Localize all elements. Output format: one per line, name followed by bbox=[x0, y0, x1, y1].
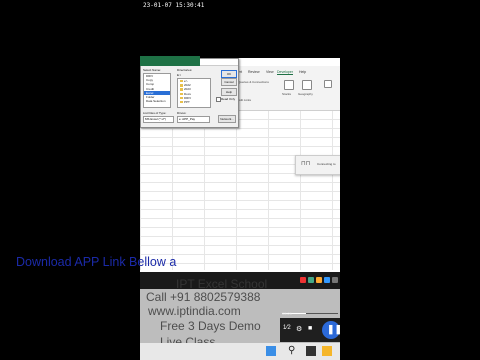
call-number: Call +91 8802579388 bbox=[146, 290, 261, 304]
ok-button[interactable]: OK bbox=[221, 70, 237, 78]
drive-select[interactable]: e: APP_Pay bbox=[177, 116, 210, 123]
battery-icon: ⊓⊓ bbox=[301, 161, 311, 167]
settings-icon[interactable]: ⚙ bbox=[296, 325, 302, 333]
play-pause-button[interactable]: ❚❚ bbox=[322, 321, 343, 339]
folder-icon bbox=[180, 92, 183, 96]
network-button[interactable]: Network... bbox=[218, 115, 236, 123]
school-name: IPT Excel School bbox=[176, 277, 268, 291]
excel-ribbon: ert Review View Developer Help Queries &… bbox=[236, 66, 340, 111]
list-files-type-label: List Files of Type: bbox=[143, 111, 167, 115]
app-icon[interactable] bbox=[332, 277, 338, 283]
stocks-button-label: Stocks bbox=[282, 92, 292, 96]
geography-icon[interactable] bbox=[302, 80, 312, 90]
search-icon[interactable]: ⚲ bbox=[288, 345, 295, 356]
pause-icon: ❚❚ bbox=[327, 324, 343, 334]
directories-label: Directories: bbox=[177, 68, 193, 72]
edit-links-group[interactable]: Edit Links bbox=[238, 98, 251, 102]
ribbon-tab-help[interactable]: Help bbox=[299, 70, 306, 74]
cancel-button[interactable]: Cancel bbox=[221, 78, 237, 86]
folder-app-icon[interactable] bbox=[316, 277, 322, 283]
folder-icon bbox=[180, 88, 183, 91]
app-icon[interactable] bbox=[308, 277, 314, 283]
speed-icon[interactable]: 1⁄2 bbox=[283, 325, 291, 331]
drives-label: Drives: bbox=[177, 111, 187, 115]
ribbon-tab-review[interactable]: Review bbox=[248, 70, 259, 74]
open-workbook-dialog: Ell Workbook Select Name: Directories: E… bbox=[140, 58, 239, 128]
folder-icon bbox=[180, 79, 183, 83]
file-list[interactable]: DRIV Copy Comp Credit Excel Folder Data … bbox=[143, 73, 171, 108]
geography-button-label: Geography bbox=[298, 92, 313, 96]
directory-path: E:\ bbox=[177, 73, 181, 77]
read-only-label: Read Only bbox=[221, 97, 236, 101]
windows-taskbar: ⚲ bbox=[140, 343, 340, 360]
help-button[interactable]: Help bbox=[221, 88, 237, 96]
green-bar-text bbox=[140, 66, 144, 70]
folder-list-item[interactable]: PPT bbox=[178, 100, 210, 104]
folder-list[interactable]: e:\ 2022 2023 Docs DRIV PPT bbox=[177, 78, 211, 108]
chrome-icon[interactable] bbox=[324, 277, 330, 283]
ribbon-tab-developer[interactable]: Developer bbox=[277, 70, 293, 75]
sort-icon[interactable] bbox=[324, 80, 332, 88]
queries-connections-group[interactable]: Queries & Connections bbox=[238, 80, 269, 84]
demo-text: Free 3 Days Demo bbox=[160, 319, 261, 333]
folder-label: PPT bbox=[184, 100, 190, 105]
file-name-label: Select Name: bbox=[143, 68, 162, 72]
folder-icon bbox=[180, 100, 183, 104]
timestamp: 23-01-07 15:30:41 bbox=[143, 2, 205, 9]
folder-icon bbox=[180, 84, 183, 87]
player-time: 05:21 bbox=[282, 311, 293, 316]
top-black-bar: 23-01-07 15:30:41 bbox=[140, 0, 340, 58]
record-icon[interactable] bbox=[300, 277, 306, 283]
stop-icon[interactable]: ■ bbox=[308, 325, 312, 332]
website: www.iptindia.com bbox=[148, 304, 241, 318]
connecting-text: Connecting to bbox=[317, 162, 336, 166]
green-status-bar bbox=[140, 56, 200, 66]
windows-start-icon[interactable] bbox=[266, 346, 276, 356]
connecting-toast: ⊓⊓ Connecting to bbox=[295, 155, 340, 175]
spreadsheet-grid[interactable] bbox=[140, 110, 340, 270]
stocks-icon[interactable] bbox=[284, 80, 294, 90]
file-explorer-icon[interactable] bbox=[322, 346, 332, 356]
ribbon-tab-view[interactable]: View bbox=[266, 70, 274, 74]
download-banner: Download APP Link Bellow a bbox=[16, 255, 177, 269]
file-type-select[interactable]: MS Excel (*.xl*) bbox=[143, 116, 174, 123]
task-view-icon[interactable] bbox=[306, 346, 316, 356]
folder-icon bbox=[180, 96, 183, 100]
file-list-item[interactable]: Data Selection bbox=[144, 99, 170, 103]
